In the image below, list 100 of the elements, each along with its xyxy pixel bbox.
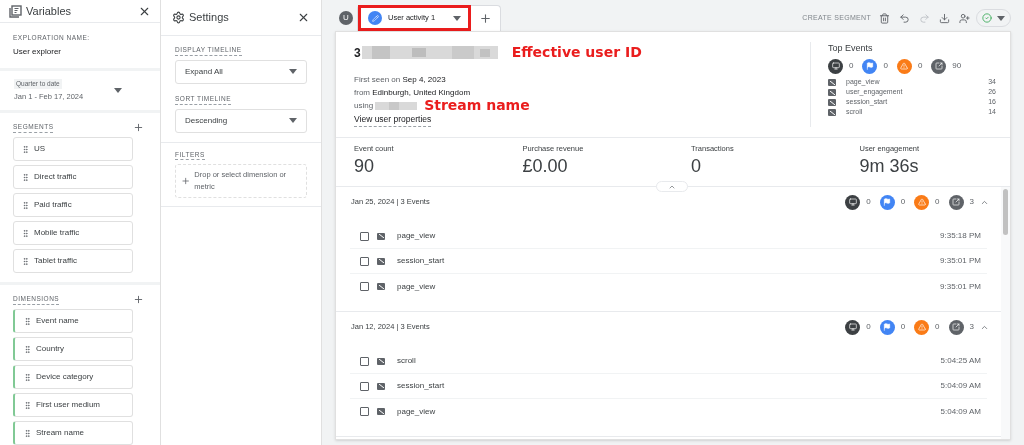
drag-handle-icon <box>21 144 30 154</box>
checkbox[interactable] <box>360 356 369 366</box>
avatar[interactable]: U <box>339 11 353 25</box>
checkbox[interactable] <box>360 256 369 266</box>
event-icon <box>828 99 836 106</box>
add-button[interactable] <box>133 294 144 305</box>
dimension-chip[interactable]: Device category <box>13 365 133 389</box>
event-time: 5:04:09 AM <box>940 405 981 418</box>
plus-icon <box>181 176 191 187</box>
event-icon <box>377 382 385 390</box>
event-time: 5:04:09 AM <box>940 380 981 392</box>
checkbox[interactable] <box>360 407 369 416</box>
event-icon <box>828 109 836 116</box>
display-timeline-select[interactable]: Expand All <box>175 59 307 84</box>
variables-icon <box>9 4 22 18</box>
dimension-chip[interactable]: Stream name <box>13 421 133 445</box>
warning-icon <box>896 58 912 74</box>
drag-handle-icon <box>23 428 32 438</box>
flag-icon <box>879 194 895 210</box>
event-time: 9:35:01 PM <box>940 255 981 267</box>
scrollbar-thumb[interactable] <box>1003 189 1008 235</box>
segment-chip[interactable]: Mobile traffic <box>13 221 133 245</box>
first-seen-text: First seen on Sep 4, 2023 <box>354 74 447 86</box>
drag-handle-icon <box>21 256 30 266</box>
drag-handle-icon <box>21 172 30 182</box>
flag-icon <box>862 58 878 74</box>
count-value: 0 <box>866 321 871 333</box>
download-icon[interactable] <box>939 12 950 24</box>
event-name[interactable]: session_start <box>397 255 933 267</box>
event-icon <box>377 257 385 265</box>
using-text: using <box>354 100 374 112</box>
add-button[interactable] <box>133 122 144 133</box>
metric-value: £0.00 <box>522 155 569 179</box>
dropdown-caret-icon <box>114 88 122 93</box>
annotation-label: Effective user ID <box>511 43 642 62</box>
event-name[interactable]: scroll <box>397 355 933 367</box>
segment-chip[interactable]: Direct traffic <box>13 165 133 189</box>
panel-title: Settings <box>189 10 230 26</box>
event-time: 9:35:18 PM <box>940 230 981 242</box>
dropdown-caret-icon <box>453 15 462 21</box>
drag-handle-icon <box>23 316 32 326</box>
delete-icon[interactable] <box>879 12 890 24</box>
count-value: 0 <box>935 321 940 333</box>
event-icon <box>377 408 385 415</box>
event-name[interactable]: page_view <box>397 405 933 418</box>
event-name[interactable]: page_view <box>397 230 933 242</box>
metric-value: 9m 36s <box>859 155 920 179</box>
redacted-block <box>375 101 418 110</box>
event-icon <box>828 79 836 86</box>
cursor-icon <box>948 319 964 335</box>
event-icon <box>377 283 385 290</box>
count-value: 3 <box>969 196 974 208</box>
event-name[interactable]: page_view <box>397 280 933 293</box>
dropdown-caret-icon <box>289 69 297 75</box>
checkbox[interactable] <box>360 231 369 241</box>
checkbox[interactable] <box>360 381 369 391</box>
event-time: 9:35:01 PM <box>940 280 981 293</box>
undo-icon[interactable] <box>899 12 910 24</box>
dimension-chip[interactable]: First user medium <box>13 393 133 417</box>
section-title: Top Events <box>828 42 874 55</box>
screen-icon <box>828 58 843 74</box>
count-value: 90 <box>952 60 962 72</box>
annotation-label: Stream name <box>424 99 530 112</box>
checkbox[interactable] <box>360 282 369 291</box>
metric-value: 0 <box>691 155 702 179</box>
metric-value: 90 <box>354 155 376 179</box>
exploration-name[interactable]: User explorer <box>13 46 147 58</box>
sort-timeline-select[interactable]: Descending <box>175 108 307 133</box>
count-value: 0 <box>935 196 940 208</box>
segment-chip[interactable]: Paid traffic <box>13 193 133 217</box>
flag-icon <box>879 319 895 335</box>
count-value: 0 <box>900 196 906 208</box>
share-icon[interactable] <box>959 12 970 24</box>
count-value: 0 <box>866 196 871 208</box>
screen-icon <box>845 319 861 335</box>
count-value: 0 <box>883 60 888 72</box>
drag-handle-icon <box>23 344 32 354</box>
dropdown-caret-icon <box>997 15 1005 21</box>
edit-icon <box>368 11 382 25</box>
dimension-chip[interactable]: Event name <box>13 309 133 333</box>
segment-chip[interactable]: Tablet traffic <box>13 249 133 273</box>
dimension-chip[interactable]: Country <box>13 337 133 361</box>
event-icon <box>377 357 385 365</box>
drag-handle-icon <box>21 228 30 238</box>
cursor-icon <box>931 58 947 74</box>
drag-handle-icon <box>23 400 32 410</box>
count-value: 0 <box>900 321 906 333</box>
drag-handle-icon <box>21 200 30 210</box>
close-button[interactable] <box>297 11 310 24</box>
event-time: 5:04:25 AM <box>940 355 981 367</box>
panel-title: Variables <box>26 3 73 19</box>
drag-handle-icon <box>23 372 32 382</box>
warning-icon <box>914 194 930 210</box>
event-name[interactable]: session_start <box>397 380 933 392</box>
screen-icon <box>845 194 861 210</box>
location-text: from Edinburgh, United Kingdom <box>354 87 472 99</box>
count-value: 0 <box>849 60 854 72</box>
view-user-properties-link[interactable]: View user properties <box>354 113 432 127</box>
cursor-icon <box>948 194 964 210</box>
segment-chip[interactable]: US <box>13 137 133 161</box>
